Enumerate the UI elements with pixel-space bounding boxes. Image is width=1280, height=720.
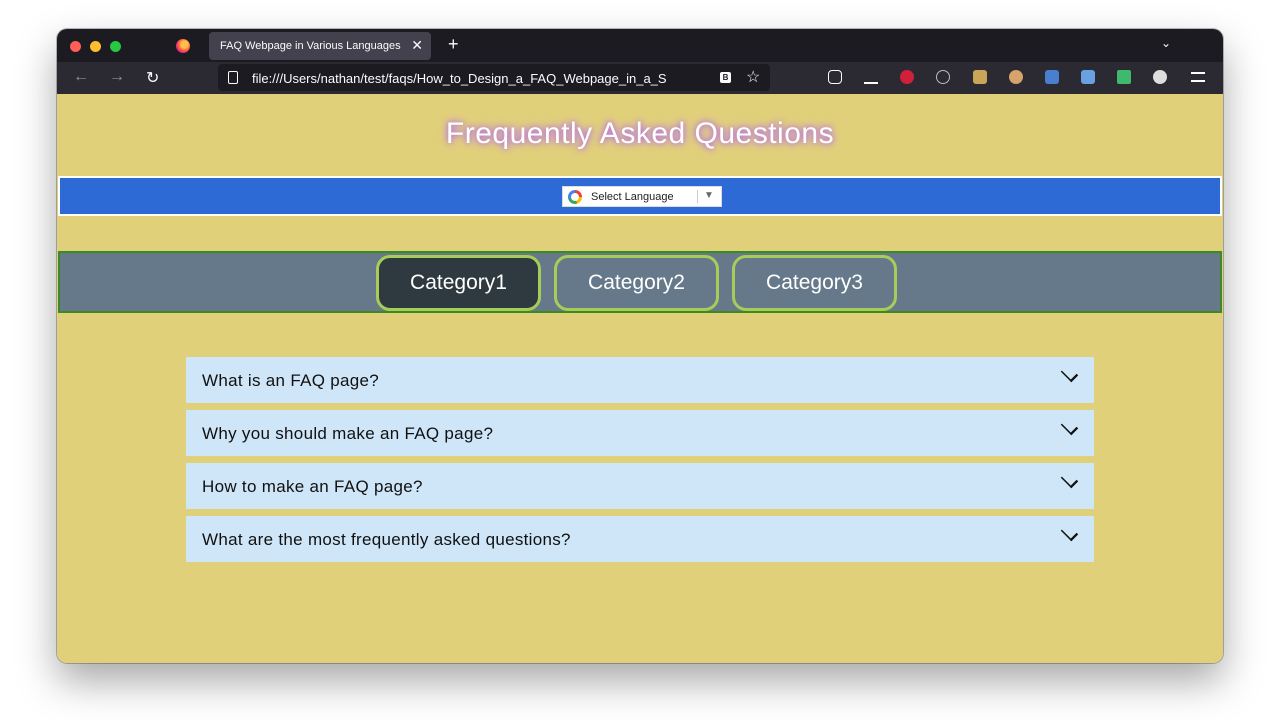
reader-view-icon[interactable]: B (720, 72, 731, 83)
extension-pencil-icon[interactable] (973, 70, 987, 84)
faq-item[interactable]: How to make an FAQ page? (186, 463, 1094, 509)
extension-red-icon[interactable] (900, 70, 914, 84)
download-icon[interactable] (864, 70, 878, 84)
category-bar: Category1 Category2 Category3 (58, 251, 1222, 313)
minimize-window-button[interactable] (90, 41, 101, 52)
category-2-button[interactable]: Category2 (554, 255, 719, 311)
tab-title: FAQ Webpage in Various Languages (220, 40, 401, 52)
language-select[interactable]: Select Language ▼ (562, 186, 722, 207)
pocket-icon[interactable] (828, 70, 842, 84)
url-bar[interactable]: file:///Users/nathan/test/faqs/How_to_De… (218, 64, 770, 91)
back-button[interactable]: ← (73, 68, 89, 86)
close-window-button[interactable] (70, 41, 81, 52)
dropdown-arrow-icon[interactable]: ▼ (704, 190, 714, 201)
faq-item[interactable]: Why you should make an FAQ page? (186, 410, 1094, 456)
faq-item[interactable]: What are the most frequently asked quest… (186, 516, 1094, 562)
chevron-down-icon[interactable] (1060, 417, 1079, 436)
nav-toolbar: ← → ↻ file:///Users/nathan/test/faqs/How… (57, 62, 1223, 94)
page-icon (228, 71, 238, 84)
faq-question: Why you should make an FAQ page? (202, 424, 494, 443)
tab-close-icon[interactable]: ✕ (411, 37, 423, 54)
google-icon (568, 190, 582, 204)
zoom-window-button[interactable] (110, 41, 121, 52)
url-text[interactable]: file:///Users/nathan/test/faqs/How_to_De… (252, 71, 708, 86)
chevron-down-icon[interactable] (1060, 470, 1079, 489)
select-divider (697, 190, 698, 203)
reload-button[interactable]: ↻ (146, 68, 159, 88)
new-tab-button[interactable]: + (448, 34, 459, 55)
tab-strip: FAQ Webpage in Various Languages ✕ + ⌄ (57, 29, 1223, 62)
chevron-down-icon[interactable] (1060, 364, 1079, 383)
menu-icon[interactable] (1191, 72, 1205, 82)
extension-doc-icon[interactable] (1081, 70, 1095, 84)
faq-question: What is an FAQ page? (202, 371, 380, 390)
language-select-label: Select Language (591, 191, 674, 203)
extension-coin-icon[interactable] (936, 70, 950, 84)
firefox-icon[interactable] (176, 39, 190, 53)
extension-chart-icon[interactable] (1117, 70, 1131, 84)
page-title: Frequently Asked Questions (445, 117, 835, 150)
bookmark-star-icon[interactable]: ☆ (746, 67, 760, 87)
category-1-button[interactable]: Category1 (376, 255, 541, 311)
chevron-down-icon[interactable] (1060, 523, 1079, 542)
extension-ball-icon[interactable] (1153, 70, 1167, 84)
forward-button[interactable]: → (109, 68, 125, 86)
save-icon[interactable] (1045, 70, 1059, 84)
extension-face-icon[interactable] (1009, 70, 1023, 84)
tab-active[interactable]: FAQ Webpage in Various Languages ✕ (209, 32, 431, 60)
category-3-button[interactable]: Category3 (732, 255, 897, 311)
language-bar: Select Language ▼ (58, 176, 1222, 216)
faq-item[interactable]: What is an FAQ page? (186, 357, 1094, 403)
faq-list: What is an FAQ page? Why you should make… (186, 357, 1094, 569)
tab-list-icon[interactable]: ⌄ (1161, 36, 1171, 50)
browser-window: FAQ Webpage in Various Languages ✕ + ⌄ ←… (57, 29, 1223, 663)
faq-question: What are the most frequently asked quest… (202, 530, 571, 549)
faq-question: How to make an FAQ page? (202, 477, 423, 496)
faq-page: Frequently Asked Questions Select Langua… (57, 94, 1223, 663)
